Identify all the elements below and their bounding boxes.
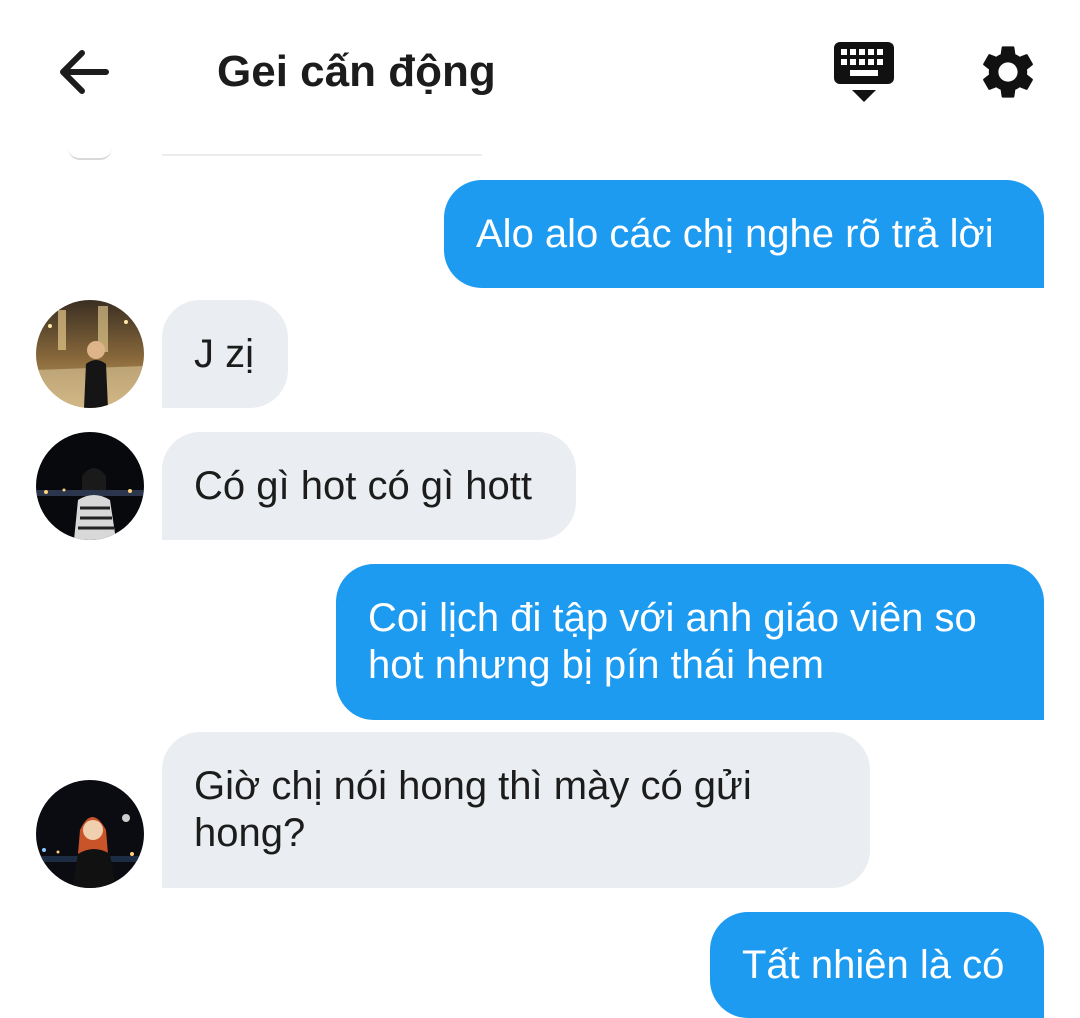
avatar[interactable]	[36, 432, 144, 540]
message-bubble-outgoing[interactable]: Tất nhiên là có	[710, 912, 1044, 1018]
message-text: J zị	[194, 331, 254, 376]
message-text: Giờ chị nói hong thì mày có gửi hong?	[194, 764, 752, 855]
message-bubble-incoming[interactable]: Có gì hot có gì hott	[162, 432, 576, 540]
message-bubble-incoming[interactable]: Giờ chị nói hong thì mày có gửi hong?	[162, 732, 870, 888]
conversation-title: Gei cấn động	[217, 47, 496, 96]
message-text: Có gì hot có gì hott	[194, 463, 532, 508]
message-text: Tất nhiên là có	[742, 942, 1005, 987]
partial-divider	[162, 154, 482, 156]
gear-icon	[983, 46, 1033, 98]
message-text: Alo alo các chị nghe rõ trả lời	[476, 211, 994, 256]
avatar[interactable]	[36, 780, 144, 888]
back-button[interactable]	[52, 40, 116, 104]
message-text: Coi lịch đi tập với anh giáo viên so hot…	[368, 596, 977, 687]
chat-header: Gei cấn động	[0, 0, 1080, 140]
message-bubble-outgoing[interactable]: Alo alo các chị nghe rõ trả lời	[444, 180, 1044, 288]
avatar[interactable]	[36, 300, 144, 408]
keyboard-hide-icon	[834, 42, 894, 102]
partial-avatar	[68, 148, 112, 160]
message-bubble-incoming[interactable]: J zị	[162, 300, 288, 408]
arrow-left-icon	[60, 50, 109, 94]
keyboard-toggle-button[interactable]	[832, 40, 896, 106]
settings-button[interactable]	[976, 40, 1040, 104]
message-bubble-outgoing[interactable]: Coi lịch đi tập với anh giáo viên so hot…	[336, 564, 1044, 720]
